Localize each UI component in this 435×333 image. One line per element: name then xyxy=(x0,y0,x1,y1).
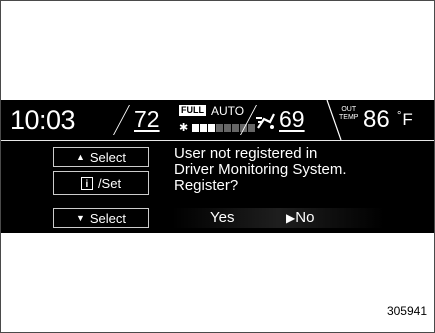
clock: 10:03 xyxy=(10,105,76,135)
fan-speed-segment xyxy=(224,124,231,132)
outside-temp-unit-letter: F xyxy=(402,110,413,129)
info-set-button[interactable]: i /Set xyxy=(53,171,149,195)
degree-symbol: ° xyxy=(397,110,402,122)
figure-id: 305941 xyxy=(386,304,427,318)
outside-temperature: 86 xyxy=(363,106,390,133)
select-up-label: Select xyxy=(89,149,127,165)
registration-message: User not registered in Driver Monitoring… xyxy=(174,146,424,194)
outside-temp-label-line1: OUT xyxy=(341,106,357,113)
divider-slash xyxy=(113,105,130,135)
select-down-label: Select xyxy=(89,210,127,226)
message-line: Register? xyxy=(174,177,239,194)
triangle-right-icon: ▶ xyxy=(286,211,296,225)
no-option-label: No xyxy=(295,209,315,226)
select-down-button[interactable]: ▼ Select xyxy=(53,208,149,228)
outside-temp-unit: °F xyxy=(397,110,413,130)
triangle-down-icon: ▼ xyxy=(75,213,85,223)
info-icon: i xyxy=(80,176,93,190)
fan-mode-badge: FULL xyxy=(179,105,206,116)
climate-mode-label: AUTO xyxy=(211,104,245,118)
fan-speed-segment xyxy=(232,124,239,132)
choice-row: Yes ▶No xyxy=(172,208,384,228)
outside-temp-icon: OUT TEMP xyxy=(339,106,358,122)
fan-speed-segment xyxy=(192,124,199,132)
fan-speed-segment xyxy=(200,124,207,132)
multi-function-display: 10:03 72 FULL AUTO ✱ 69 OUT TEMP 86 °F ▲… xyxy=(1,100,434,233)
fan-speed-segment xyxy=(208,124,215,132)
fan-speed-segment xyxy=(216,124,223,132)
select-up-button[interactable]: ▲ Select xyxy=(53,147,149,167)
status-bar: 10:03 72 FULL AUTO ✱ 69 OUT TEMP 86 °F xyxy=(1,100,434,141)
outside-temp-label-line2: TEMP xyxy=(339,114,359,121)
fan-icon: ✱ xyxy=(179,122,189,134)
message-line: User not registered in xyxy=(174,145,318,162)
airflow-icon xyxy=(256,113,275,129)
driver-temperature: 72 xyxy=(134,106,160,132)
no-option[interactable]: ▶No xyxy=(286,209,314,226)
passenger-temperature: 69 xyxy=(279,106,305,132)
triangle-up-icon: ▲ xyxy=(75,152,85,162)
yes-option[interactable]: Yes xyxy=(210,209,234,226)
message-line: Driver Monitoring System. xyxy=(174,161,347,178)
info-set-label: /Set xyxy=(97,175,122,191)
